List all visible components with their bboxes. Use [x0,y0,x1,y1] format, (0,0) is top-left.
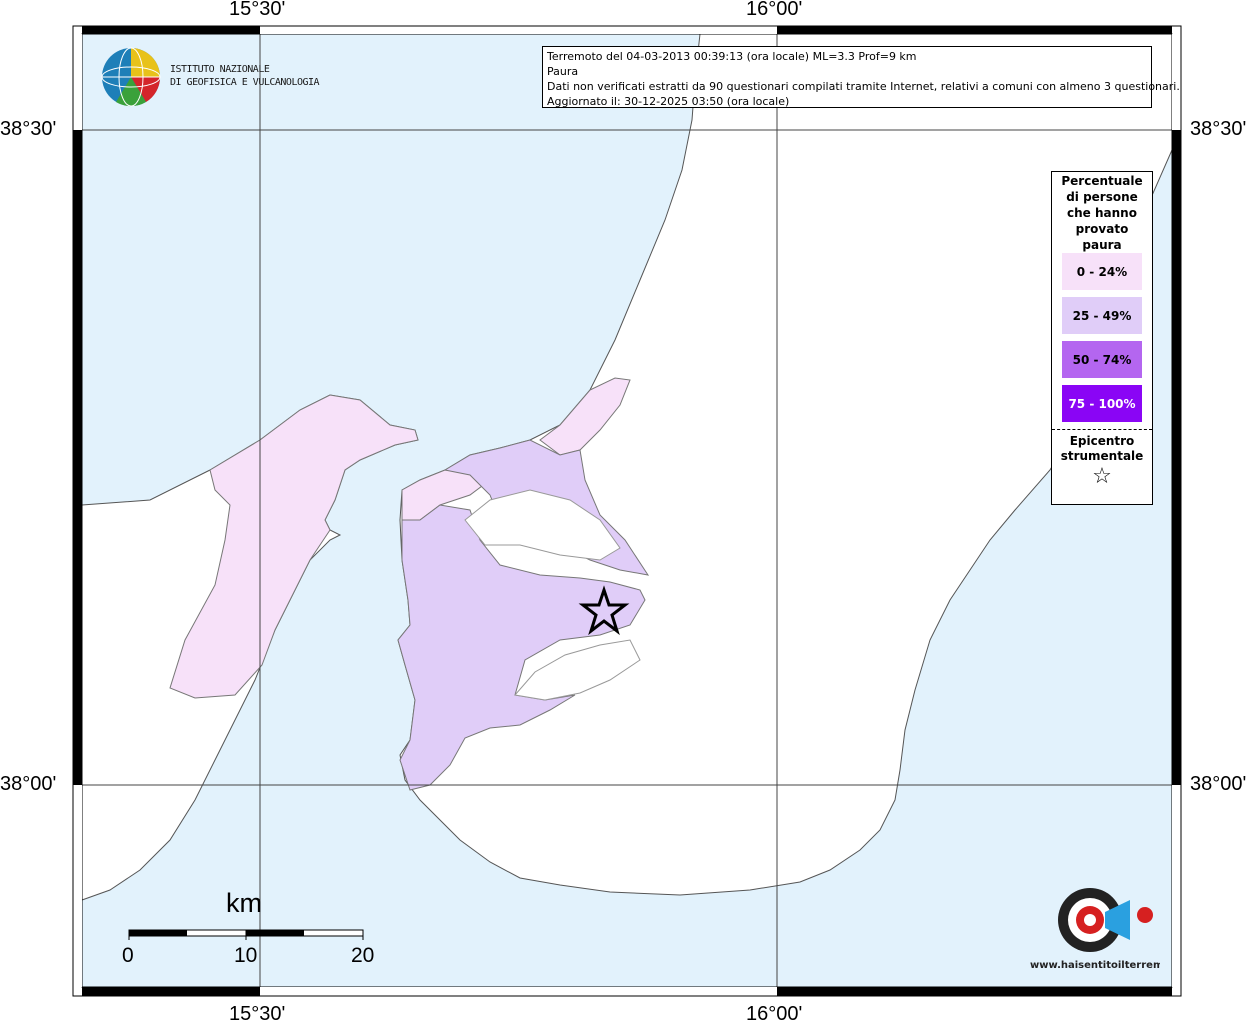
scale-tick-20: 20 [351,944,375,967]
legend-separator [1052,429,1152,430]
info-disclaimer: Dati non verificati estratti da 90 quest… [547,80,1180,93]
legend-item-0-24: 0 - 24% [1062,253,1142,290]
logo-line-2: DI GEOFISICA E VULCANOLOGIA [170,77,320,88]
info-event: Terremoto del 04-03-2013 00:39:13 (ora l… [547,50,917,63]
legend-title: Percentuale di persone che hanno provato… [1061,174,1143,252]
legend-star-icon: ☆ [1092,464,1112,489]
scale-tick-0: 0 [122,944,134,967]
info-updated: Aggiornato il: 30-12-2025 03:50 (ora loc… [547,95,790,108]
logo-line-1: ISTITUTO NAZIONALE [170,64,270,75]
ingv-logo-text: ISTITUTO NAZIONALE DI GEOFISICA E VULCAN… [170,63,320,89]
legend-epicenter-label: Epicentro strumentale [1060,434,1144,463]
lat-label-right-1: 38°30' [1190,118,1247,140]
legend-item-25-49: 25 - 49% [1062,297,1142,334]
lon-label-top-2: 16°00' [746,0,803,20]
ingv-globe-icon [101,47,161,107]
legend-item-75-100: 75 - 100% [1062,385,1142,422]
watermark-url: www.haisentitoilterremoto.it [1030,960,1160,971]
lon-label-bottom-1: 15°30' [229,1003,286,1025]
lat-label-left-2: 38°00' [0,773,57,795]
earthquake-info-box: Terremoto del 04-03-2013 00:39:13 (ora l… [542,46,1180,108]
legend-item-50-74: 50 - 74% [1062,341,1142,378]
lat-label-left-1: 38°30' [0,118,57,140]
scale-unit: km [226,888,262,918]
scale-tick-10: 10 [234,944,258,967]
legend: Percentuale di persone che hanno provato… [1051,171,1153,505]
info-parameter: Paura [547,65,579,78]
map-canvas [72,25,1182,997]
lon-label-bottom-2: 16°00' [746,1003,803,1025]
lat-label-right-2: 38°00' [1190,773,1247,795]
lon-label-top-1: 15°30' [229,0,286,20]
